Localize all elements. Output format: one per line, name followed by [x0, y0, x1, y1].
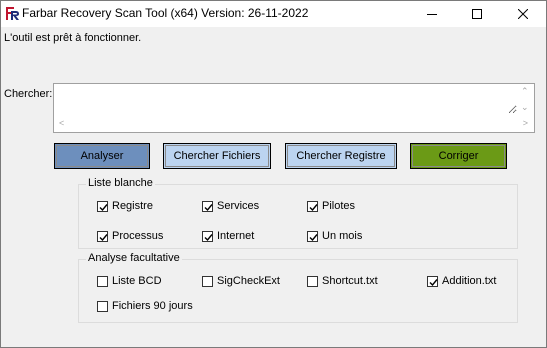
scroll-left-icon[interactable]: < [59, 119, 64, 128]
checkbox-shortcut-txt[interactable]: Shortcut.txt [307, 275, 378, 287]
analyser-button[interactable]: Analyser [54, 143, 150, 169]
whitelist-title: Liste blanche [86, 177, 155, 189]
checkbox-sigcheckext[interactable]: SigCheckExt [202, 275, 280, 287]
checkbox-pilotes[interactable]: Pilotes [307, 200, 355, 212]
checkbox-services[interactable]: Services [202, 200, 259, 212]
chercher-registre-button[interactable]: Chercher Registre [285, 143, 397, 169]
close-button[interactable] [500, 1, 546, 27]
scroll-down-icon[interactable]: ⌄ [521, 103, 529, 112]
checkbox-un-mois[interactable]: Un mois [307, 230, 362, 242]
checkmark-icon [204, 233, 213, 241]
checkmark-icon [204, 203, 213, 211]
checkbox-box[interactable] [202, 230, 213, 242]
scroll-up-icon[interactable]: ⌃ [521, 87, 529, 96]
checkbox-processus[interactable]: Processus [97, 230, 163, 242]
checkbox-box[interactable] [427, 275, 438, 287]
checkbox-fichiers-90-jours[interactable]: Fichiers 90 jours [97, 300, 193, 312]
title-bar: Farbar Recovery Scan Tool (x64) Version:… [1, 1, 546, 27]
checkbox-box[interactable] [307, 200, 318, 212]
checkbox-internet[interactable]: Internet [202, 230, 254, 242]
checkbox-box[interactable] [202, 275, 213, 287]
checkbox-registre[interactable]: Registre [97, 200, 153, 212]
checkbox-label: Shortcut.txt [322, 275, 378, 287]
checkbox-box[interactable] [307, 230, 318, 242]
minimize-button[interactable] [409, 1, 455, 27]
checkbox-label: Processus [112, 230, 164, 242]
optional-scan-group: Analyse facultative [78, 252, 518, 323]
search-label: Chercher: [4, 88, 53, 100]
optional-scan-title: Analyse facultative [86, 252, 182, 264]
checkbox-label: Liste BCD [112, 275, 162, 287]
checkbox-label: SigCheckExt [217, 275, 280, 287]
checkbox-box[interactable] [307, 275, 318, 287]
search-input[interactable] [54, 84, 517, 114]
checkmark-icon [99, 203, 108, 211]
close-icon [518, 9, 528, 19]
maximize-icon [472, 9, 482, 19]
checkbox-box[interactable] [97, 300, 108, 312]
checkbox-label: Services [217, 200, 260, 212]
checkbox-box[interactable] [97, 200, 108, 212]
checkbox-label: Internet [217, 230, 255, 242]
status-text: L'outil est prêt à fonctionner. [4, 32, 142, 44]
vertical-scrollbar[interactable]: ⌃ ⌄ [517, 84, 534, 115]
checkmark-icon [309, 233, 318, 241]
checkbox-box[interactable] [97, 230, 108, 242]
checkbox-label: Registre [112, 200, 153, 212]
frst-logo-icon [5, 6, 20, 21]
window-title: Farbar Recovery Scan Tool (x64) Version:… [22, 6, 309, 20]
checkbox-liste-bcd[interactable]: Liste BCD [97, 275, 162, 287]
checkmark-icon [99, 233, 108, 241]
search-field[interactable]: ⌃ ⌄ < > [53, 83, 535, 133]
checkbox-box[interactable] [97, 275, 108, 287]
checkbox-addition-txt[interactable]: Addition.txt [427, 275, 496, 287]
horizontal-scrollbar[interactable]: < > [54, 115, 534, 132]
checkmark-icon [309, 203, 318, 211]
checkbox-box[interactable] [202, 200, 213, 212]
chercher-fichiers-button[interactable]: Chercher Fichiers [163, 143, 271, 169]
checkbox-label: Fichiers 90 jours [112, 300, 193, 312]
scroll-right-icon[interactable]: > [523, 119, 528, 128]
checkbox-label: Pilotes [322, 200, 356, 212]
checkbox-label: Addition.txt [442, 275, 497, 287]
minimize-icon [427, 14, 437, 15]
checkmark-icon [429, 278, 438, 286]
app-window: Farbar Recovery Scan Tool (x64) Version:… [0, 0, 547, 348]
corriger-button[interactable]: Corriger [410, 143, 507, 169]
maximize-button[interactable] [454, 1, 500, 27]
checkbox-label: Un mois [322, 230, 363, 242]
